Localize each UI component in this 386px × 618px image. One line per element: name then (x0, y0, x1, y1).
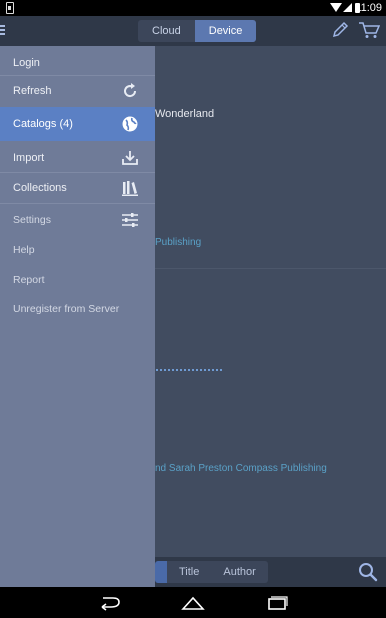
drawer-item-label: Settings (13, 214, 51, 226)
drawer-item-collections[interactable]: Collections (0, 171, 155, 205)
back-icon[interactable] (99, 595, 123, 611)
source-toggle: Cloud Device (138, 20, 257, 42)
drawer-item-label: Collections (13, 182, 67, 194)
drawer-item-settings[interactable]: Settings (0, 203, 155, 237)
drawer-item-help[interactable]: Help (0, 233, 155, 267)
pencil-icon[interactable] (331, 21, 349, 39)
list-divider (155, 268, 386, 269)
drawer-item-unregister[interactable]: Unregister from Server (0, 292, 155, 326)
recents-icon[interactable] (265, 595, 289, 611)
menu-icon[interactable] (0, 25, 6, 37)
tab-cloud[interactable]: Cloud (138, 20, 195, 42)
sort-toggle: Title Author (155, 561, 268, 583)
status-time: 11:09 (355, 2, 382, 14)
drawer-item-refresh[interactable]: Refresh (0, 74, 155, 108)
cart-icon[interactable] (358, 21, 380, 39)
book-author-publisher-fragment: nd Sarah Preston Compass Publishing (155, 463, 327, 474)
globe-icon (122, 116, 138, 132)
refresh-icon (124, 83, 137, 98)
search-icon[interactable] (358, 562, 378, 582)
drawer-item-label: Login (13, 57, 40, 69)
book-publisher-fragment: Publishing (155, 237, 202, 248)
sort-tab-author[interactable]: Author (211, 561, 268, 583)
drawer-item-label: Import (13, 152, 45, 164)
download-progress (156, 369, 222, 371)
drawer-item-label: Help (13, 244, 35, 256)
sim-icon (6, 2, 14, 14)
drawer-item-label: Catalogs (4) (13, 118, 73, 130)
home-icon[interactable] (181, 595, 205, 611)
system-nav-bar (0, 587, 386, 618)
sort-tab-selected[interactable] (155, 561, 167, 583)
action-bar: Cloud Device (0, 16, 386, 46)
status-bar: 11:09 (0, 0, 386, 16)
drawer-item-label: Report (13, 274, 45, 286)
tab-device[interactable]: Device (194, 20, 257, 42)
drawer-item-import[interactable]: Import (0, 141, 155, 175)
sort-tab-title[interactable]: Title (167, 561, 212, 583)
drawer-item-catalogs[interactable]: Catalogs (4) (0, 107, 155, 141)
book-title-fragment[interactable]: Wonderland (155, 108, 214, 120)
wifi-icon (330, 3, 342, 12)
drawer-item-label: Refresh (13, 85, 52, 97)
sliders-icon (122, 213, 138, 227)
books-icon (122, 181, 138, 196)
import-icon (122, 151, 138, 165)
navigation-drawer: Login Refresh Catalogs (4) Import Collec… (0, 46, 155, 587)
drawer-item-label: Unregister from Server (13, 303, 120, 315)
signal-icon (343, 3, 352, 12)
